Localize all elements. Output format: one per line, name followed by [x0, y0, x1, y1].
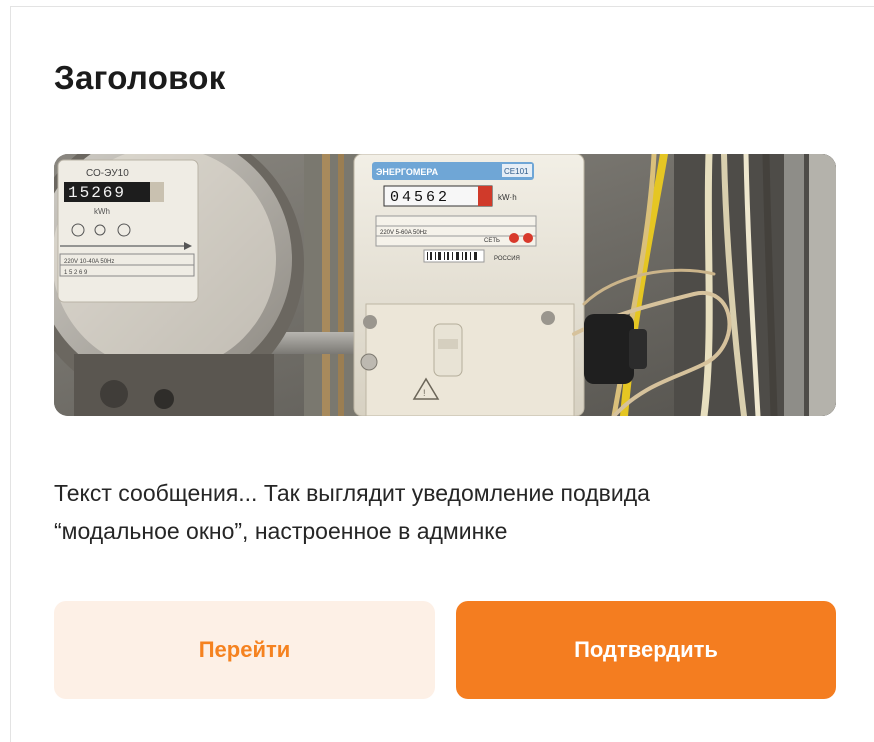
modal-image: СО-ЭУ10 15269 kWh 220V 10-40A 50Hz 1 5 2…	[54, 154, 836, 416]
modal-message: Текст сообщения... Так выглядит уведомле…	[54, 474, 814, 550]
confirm-button[interactable]: Подтвердить	[456, 601, 836, 699]
svg-text:kWh: kWh	[94, 207, 110, 216]
go-button[interactable]: Перейти	[54, 601, 435, 699]
svg-text:220V 5-60A 50Hz: 220V 5-60A 50Hz	[380, 230, 427, 236]
svg-text:04562: 04562	[390, 189, 450, 206]
svg-text:СЕ101: СЕ101	[504, 167, 529, 176]
svg-text:ЭНЕРГОМЕРА: ЭНЕРГОМЕРА	[376, 167, 439, 177]
svg-text:СЕТЬ: СЕТЬ	[484, 238, 500, 244]
svg-text:15269: 15269	[68, 184, 126, 202]
svg-text:kW·h: kW·h	[498, 193, 517, 202]
svg-text:РОССИЯ: РОССИЯ	[494, 256, 520, 262]
message-line-2: “модальное окно”, настроенное в админке	[54, 518, 508, 544]
svg-text:220V 10-40A 50Hz: 220V 10-40A 50Hz	[64, 259, 114, 265]
left-meter: СО-ЭУ10 15269 kWh 220V 10-40A 50Hz 1 5 2…	[54, 154, 304, 416]
svg-text:!: !	[423, 388, 426, 398]
right-meter: ЭНЕРГОМЕРА СЕ101 04562 kW·h 220V 5-60A 5…	[353, 154, 585, 416]
meters-illustration: СО-ЭУ10 15269 kWh 220V 10-40A 50Hz 1 5 2…	[54, 154, 836, 416]
svg-text:СО-ЭУ10: СО-ЭУ10	[86, 168, 129, 179]
message-line-1: Текст сообщения... Так выглядит уведомле…	[54, 480, 650, 506]
modal-title: Заголовок	[54, 59, 226, 96]
svg-text:1 5 2 6 9: 1 5 2 6 9	[64, 270, 88, 276]
